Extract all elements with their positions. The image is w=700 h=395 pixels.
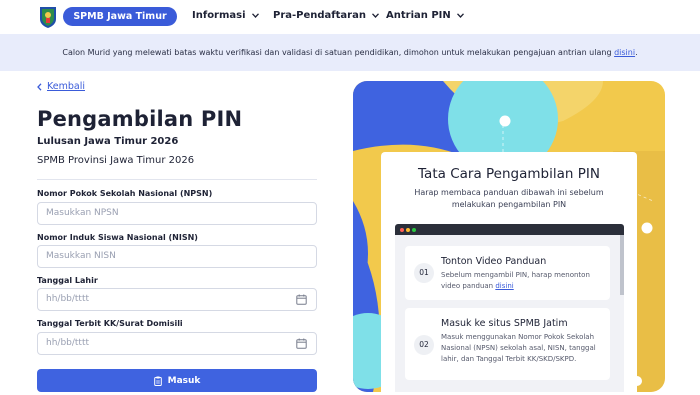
guide-step: 02 Masuk ke situs SPMB Jatim Masuk mengg…	[405, 308, 610, 380]
step-title: Tonton Video Panduan	[441, 256, 547, 267]
nisn-input[interactable]: Masukkan NISN	[37, 245, 317, 268]
nisn-label: Nomor Induk Siswa Nasional (NISN)	[37, 233, 198, 242]
kk-date-input[interactable]: hh/bb/tttt	[37, 332, 317, 355]
chevron-left-icon	[37, 82, 42, 91]
back-label: Kembali	[47, 81, 85, 92]
step-number: 01	[414, 263, 434, 283]
nav-antrian-pin[interactable]: Antrian PIN	[386, 10, 464, 21]
east-java-emblem-logo[interactable]	[38, 5, 58, 29]
step-description: Masuk menggunakan Nomor Pokok Sekolah Na…	[441, 333, 596, 363]
page-title: Pengambilan PIN	[37, 107, 243, 131]
guide-title: Tata Cara Pengambilan PIN	[418, 166, 600, 182]
kk-date-placeholder: hh/bb/tttt	[46, 338, 90, 348]
step-title: Masuk ke situs SPMB Jatim	[441, 318, 568, 329]
close-dot-icon	[400, 227, 404, 232]
npsn-label: Nomor Pokok Sekolah Nasional (NPSN)	[37, 189, 213, 198]
browser-titlebar	[395, 224, 624, 235]
banner-link[interactable]: disini	[614, 48, 635, 57]
submit-label: Masuk	[167, 375, 201, 386]
scrollbar[interactable]	[620, 235, 624, 295]
video-guide-link[interactable]: disini	[495, 282, 513, 290]
info-banner: Calon Murid yang melewati batas waktu ve…	[0, 34, 700, 71]
guide-panel: Tata Cara Pengambilan PIN Harap membaca …	[353, 81, 665, 392]
divider	[37, 179, 317, 180]
browser-mockup: 01 Tonton Video Panduan Sebelum mengambi…	[395, 224, 624, 392]
birthdate-input[interactable]: hh/bb/tttt	[37, 288, 317, 311]
banner-end: .	[635, 48, 638, 57]
guide-subtitle: Harap membaca panduan dibawah ini sebelu…	[414, 188, 604, 209]
chevron-down-icon	[251, 13, 259, 18]
brand-badge[interactable]: SPMB Jawa Timur	[63, 7, 177, 26]
npsn-input[interactable]: Masukkan NPSN	[37, 202, 317, 225]
chevron-down-icon	[456, 13, 464, 18]
guide-card: Tata Cara Pengambilan PIN Harap membaca …	[381, 152, 637, 392]
calendar-icon[interactable]	[296, 338, 307, 349]
org-name: SPMB Provinsi Jawa Timur 2026	[37, 155, 195, 166]
birthdate-placeholder: hh/bb/tttt	[46, 294, 90, 304]
kk-date-label: Tanggal Terbit KK/Surat Domisili	[37, 319, 183, 328]
nav-label: Antrian PIN	[386, 10, 451, 21]
calendar-icon[interactable]	[296, 294, 307, 305]
birthdate-label: Tanggal Lahir	[37, 276, 98, 285]
submit-button[interactable]: Masuk	[37, 369, 317, 392]
page-subtitle: Lulusan Jawa Timur 2026	[37, 136, 179, 147]
nav-label: Informasi	[192, 10, 246, 21]
clipboard-icon	[153, 376, 162, 386]
chevron-down-icon	[372, 13, 379, 18]
banner-text: Calon Murid yang melewati batas waktu ve…	[62, 48, 612, 57]
maximize-dot-icon	[412, 227, 416, 232]
nav-label: Pra-Pendaftaran	[273, 10, 366, 21]
nav-pra-pendaftaran[interactable]: Pra-Pendaftaran	[273, 10, 379, 21]
step-description: Sebelum mengambil PIN, harap menonton vi…	[441, 270, 606, 292]
step-desc-text: Sebelum mengambil PIN, harap menonton vi…	[441, 271, 590, 290]
back-link[interactable]: Kembali	[37, 81, 85, 92]
guide-step: 01 Tonton Video Panduan Sebelum mengambi…	[405, 246, 610, 300]
step-number: 02	[414, 335, 434, 355]
minimize-dot-icon	[406, 227, 410, 232]
nav-informasi[interactable]: Informasi	[192, 10, 259, 21]
top-header: SPMB Jawa Timur Informasi Pra-Pendaftara…	[0, 0, 700, 34]
